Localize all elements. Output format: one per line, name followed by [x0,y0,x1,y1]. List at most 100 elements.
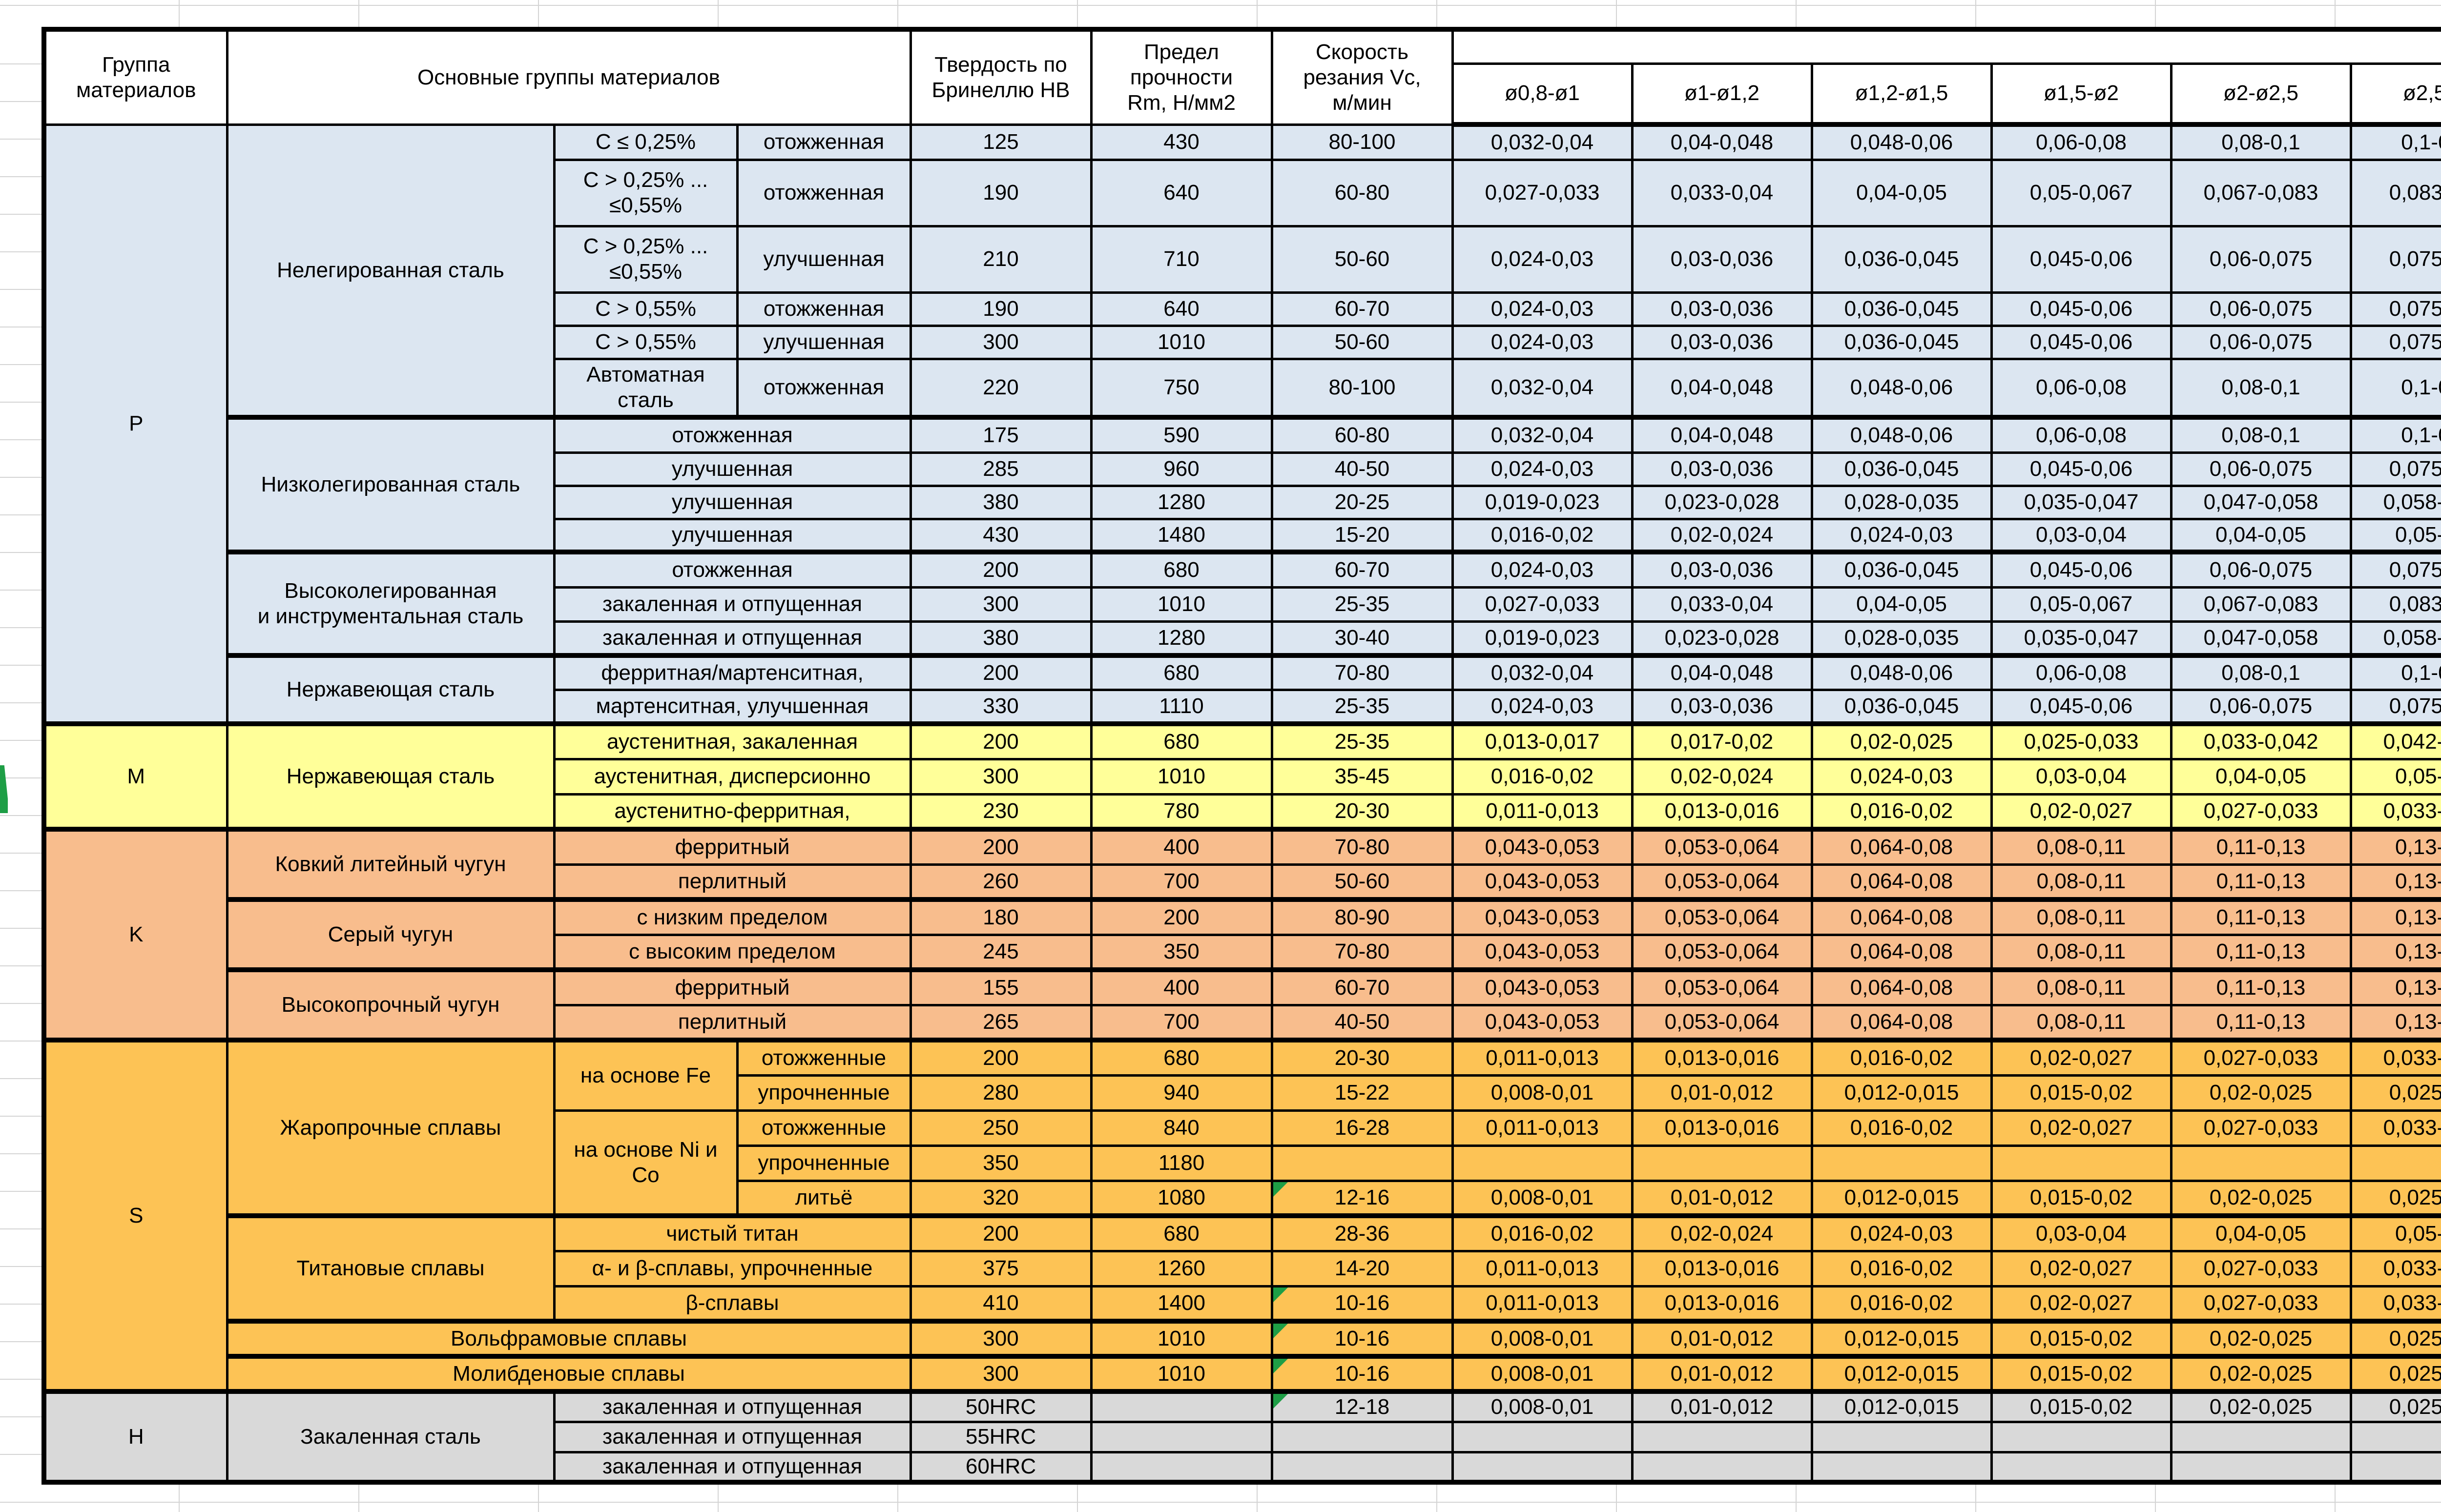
cell[interactable]: 0,1-0,16 [2351,655,2441,690]
cell[interactable]: 0,025-0,04 [2351,1321,2441,1356]
cell[interactable] [2351,1145,2441,1181]
cell[interactable]: 190 [910,160,1091,226]
cell[interactable]: 0,11-0,13 [2171,970,2351,1005]
cell[interactable]: 0,043-0,053 [1452,899,1632,935]
cell[interactable]: 0,012-0,015 [1812,1181,1991,1216]
cell[interactable]: отожженная [737,359,910,417]
cell[interactable]: 0,03-0,04 [1991,759,2171,794]
cell[interactable]: 230 [910,794,1091,829]
cell[interactable]: C > 0,55% [554,292,737,326]
cell[interactable]: 0,01-0,012 [1632,1075,1812,1110]
cell[interactable]: 0,13-0,21 [2351,1005,2441,1040]
cell[interactable]: 0,02-0,027 [1991,1110,2171,1145]
cell[interactable] [2171,1422,2351,1452]
cell[interactable]: улучшенная [554,452,910,486]
cell[interactable]: 0,043-0,053 [1452,1005,1632,1040]
header-main-groups[interactable]: Основные группы материалов [227,29,910,124]
cell[interactable]: 0,027-0,033 [1452,587,1632,621]
cell[interactable]: 0,053-0,064 [1632,864,1812,899]
cell[interactable]: 700 [1091,864,1272,899]
header-feed[interactable]: Подача Fn, мм/об [1452,29,2441,63]
cell[interactable]: 0,013-0,016 [1632,1040,1812,1075]
cell-flagged[interactable]: 12-16 [1272,1181,1452,1216]
cell[interactable]: 0,016-0,02 [1812,1110,1991,1145]
cell[interactable]: улучшенная [737,326,910,359]
cell[interactable]: 0,01-0,012 [1632,1321,1812,1356]
cell[interactable]: 0,064-0,08 [1812,899,1991,935]
cell[interactable]: 700 [1091,1005,1272,1040]
cell[interactable]: 0,03-0,036 [1632,326,1812,359]
cell[interactable]: улучшенная [554,486,910,519]
cell[interactable]: 60-80 [1272,160,1452,226]
cell[interactable]: 0,053-0,064 [1632,829,1812,864]
cell[interactable]: 20-30 [1272,794,1452,829]
cell[interactable]: 25-35 [1272,587,1452,621]
cell[interactable]: Автоматная сталь [554,359,737,417]
cell[interactable]: C ≤ 0,25% [554,124,737,160]
cell[interactable]: 190 [910,292,1091,326]
cell[interactable]: 0,075-0,12 [2351,552,2441,587]
cell[interactable]: аустенитно-ферритная, [554,794,910,829]
cell[interactable]: 0,024-0,03 [1812,519,1991,552]
cell[interactable] [2351,1452,2441,1482]
cell[interactable]: 680 [1091,552,1272,587]
cell[interactable]: 0,03-0,036 [1632,226,1812,292]
cell[interactable]: 0,024-0,03 [1812,759,1991,794]
cell[interactable]: 0,008-0,01 [1452,1391,1632,1422]
cell[interactable]: 0,033-0,042 [2171,724,2351,759]
cell[interactable]: 0,048-0,06 [1812,124,1991,160]
cell[interactable] [2171,1452,2351,1482]
cell[interactable]: 0,06-0,08 [1991,417,2171,452]
cell[interactable]: 0,11-0,13 [2171,1005,2351,1040]
feed-col-header[interactable]: ø2-ø2,5 [2171,63,2351,124]
cell[interactable]: 0,019-0,023 [1452,621,1632,655]
cell[interactable]: 0,067-0,083 [2171,160,2351,226]
cell[interactable]: 380 [910,486,1091,519]
cell[interactable]: S [44,1040,227,1391]
cell[interactable]: 0,02-0,025 [2171,1391,2351,1422]
cell[interactable]: 20-25 [1272,486,1452,519]
cell[interactable]: 0,11-0,13 [2171,864,2351,899]
cell[interactable]: 0,012-0,015 [1812,1391,1991,1422]
cell[interactable]: закаленная и отпущенная [554,587,910,621]
cell[interactable]: 0,06-0,075 [2171,452,2351,486]
cell[interactable]: 710 [1091,226,1272,292]
cell[interactable]: 70-80 [1272,829,1452,864]
cell[interactable]: 0,028-0,035 [1812,621,1991,655]
cell[interactable]: 0,045-0,06 [1991,690,2171,724]
cell[interactable]: 50-60 [1272,864,1452,899]
cell[interactable] [1452,1452,1632,1482]
cell[interactable]: 0,016-0,02 [1812,1251,1991,1286]
cell[interactable] [1272,1452,1452,1482]
cell[interactable]: 0,016-0,02 [1452,1216,1632,1251]
cell[interactable]: 0,04-0,05 [1812,587,1991,621]
cell[interactable]: 0,08-0,1 [2171,124,2351,160]
cell[interactable]: 0,083-0,13 [2351,160,2441,226]
cell[interactable]: 0,045-0,06 [1991,552,2171,587]
cell[interactable]: 0,027-0,033 [2171,1040,2351,1075]
cell-flagged[interactable]: 12-18 [1272,1391,1452,1422]
cell[interactable]: 680 [1091,655,1272,690]
cell[interactable]: 0,023-0,028 [1632,621,1812,655]
cell[interactable]: 285 [910,452,1091,486]
cell[interactable] [1991,1422,2171,1452]
cell[interactable]: 0,048-0,06 [1812,417,1991,452]
cell[interactable]: 0,05-0,067 [1991,587,2171,621]
cell[interactable]: 0,025-0,04 [2351,1181,2441,1216]
cell[interactable]: 180 [910,899,1091,935]
cell[interactable] [1452,1422,1632,1452]
cell[interactable]: 0,075-0,12 [2351,292,2441,326]
cell[interactable]: 0,016-0,02 [1812,1286,1991,1321]
cell[interactable]: 0,025-0,033 [1991,724,2171,759]
cell[interactable]: 0,008-0,01 [1452,1181,1632,1216]
cell[interactable]: 1110 [1091,690,1272,724]
cell[interactable]: 680 [1091,1216,1272,1251]
cell[interactable]: 0,058-0,093 [2351,486,2441,519]
cell[interactable]: 0,032-0,04 [1452,124,1632,160]
cell[interactable]: 0,053-0,064 [1632,899,1812,935]
cell[interactable]: α- и β-сплавы, упрочненные [554,1251,910,1286]
cell[interactable]: 0,01-0,012 [1632,1391,1812,1422]
cell[interactable]: 1010 [1091,1321,1272,1356]
cell[interactable]: 14-20 [1272,1251,1452,1286]
cell[interactable]: 0,045-0,06 [1991,292,2171,326]
